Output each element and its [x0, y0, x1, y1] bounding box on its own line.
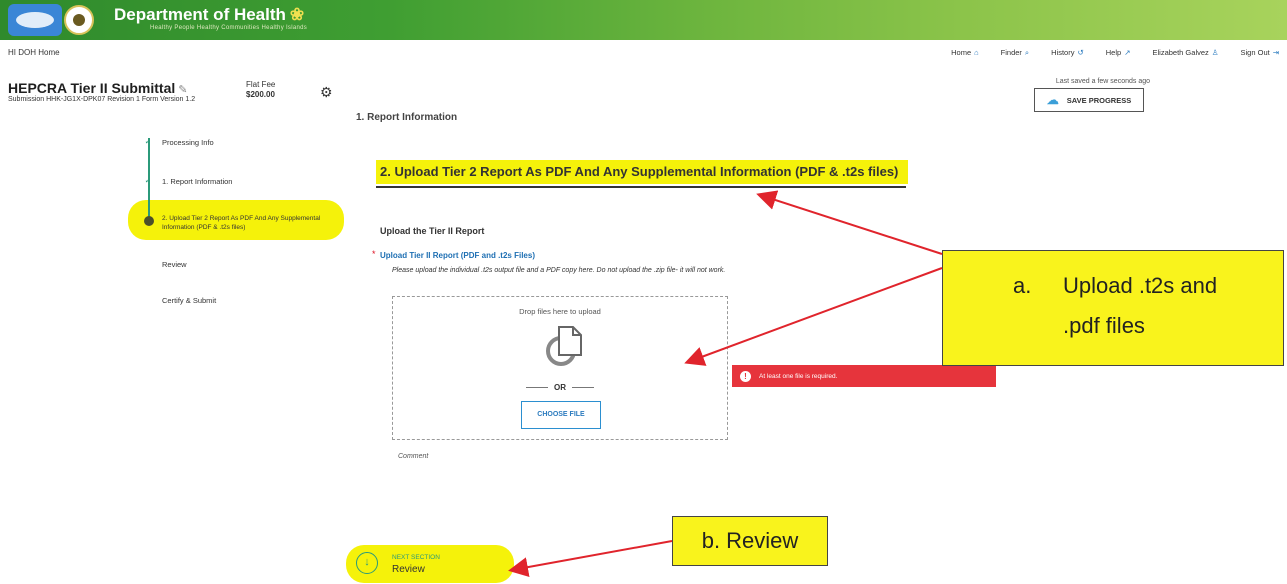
nav-history[interactable]: History ↺	[1051, 48, 1084, 58]
home-icon: ⌂	[974, 48, 979, 57]
brand-tagline: Healthy People Healthy Communities Healt…	[150, 25, 308, 31]
nav-finder-label: Finder	[1000, 48, 1022, 57]
callout-a-number: a.	[1013, 273, 1032, 298]
error-message: ! At least one file is required.	[732, 365, 996, 387]
nav-home-label: Home	[951, 48, 972, 57]
history-icon: ↺	[1077, 48, 1084, 57]
nav-home[interactable]: Home ⌂	[951, 48, 979, 58]
error-icon: !	[740, 370, 751, 382]
brand-title-text: Department of Health	[114, 5, 286, 24]
step-upload-report[interactable]: 2. Upload Tier 2 Report As PDF And Any S…	[162, 214, 322, 232]
help-icon: ↗	[1124, 48, 1131, 57]
callout-upload: a. Upload .t2s and .pdf files	[942, 250, 1284, 366]
fee-block: Flat Fee $200.00	[246, 80, 306, 100]
next-section-label[interactable]: NEXT SECTION	[392, 554, 440, 561]
upload-field-label: Upload Tier II Report (PDF and .t2s File…	[380, 251, 535, 260]
last-saved-text: Last saved a few seconds ago	[1055, 78, 1150, 85]
page-title: HEPCRA Tier II Submittal ✎	[8, 80, 187, 96]
page-title-text: HEPCRA Tier II Submittal	[8, 80, 176, 96]
user-nav: Home ⌂ Finder ⌕ History ↺ Help ↗ Elizabeth G…	[951, 48, 1279, 58]
current-step-dot	[144, 216, 154, 226]
hawaii-map-logo	[8, 4, 62, 36]
error-text: At least one file is required.	[759, 372, 838, 380]
nav-finder[interactable]: Finder ⌕	[1001, 48, 1029, 58]
arrow-down-icon[interactable]: ↓	[356, 552, 378, 574]
previous-section-heading: 1. Report Information	[356, 112, 458, 123]
nav-history-label: History	[1051, 48, 1075, 57]
callout-a-line1: Upload .t2s and	[1063, 273, 1218, 298]
user-icon: ♙	[1211, 48, 1219, 57]
callout-review: b. Review	[672, 516, 828, 566]
check-icon: ✓	[144, 137, 152, 146]
flower-icon: ❀	[289, 5, 305, 24]
save-progress-button[interactable]: ☁ SAVE PROGRESS	[1034, 88, 1144, 112]
nav-user-label: Elizabeth Galvez	[1152, 48, 1209, 57]
sign-out-icon: ⇥	[1272, 48, 1279, 57]
arrow-to-section-title	[756, 190, 943, 255]
edit-icon[interactable]: ✎	[178, 84, 187, 96]
section-title-underline	[376, 186, 906, 188]
section-title: 2. Upload Tier 2 Report As PDF And Any S…	[380, 164, 899, 179]
upload-help-text: Please upload the individual .t2s output…	[392, 267, 726, 274]
nav-sign-out-label: Sign Out	[1240, 48, 1270, 57]
search-icon: ⌕	[1024, 48, 1030, 57]
comment-label: Comment	[398, 453, 429, 460]
section-stepper: ✓ Processing Info ✓ 1. Report Informatio…	[140, 130, 340, 350]
step-report-information[interactable]: 1. Report Information	[162, 177, 232, 186]
save-progress-label: SAVE PROGRESS	[1066, 95, 1132, 105]
dropzone-text: Drop files here to upload	[519, 307, 601, 316]
file-upload-icon	[546, 326, 582, 366]
submission-info: Submission HHK-JG1X-DPK07 Revision 1 For…	[8, 96, 196, 103]
step-processing-info[interactable]: Processing Info	[162, 138, 214, 147]
gear-icon[interactable]: ⚙	[320, 84, 333, 101]
brand-title[interactable]: Department of Health ❀	[114, 5, 304, 25]
check-icon: ✓	[144, 176, 152, 185]
or-divider: OR	[393, 383, 727, 392]
nav-help-label: Help	[1105, 48, 1122, 57]
callout-a-line2: .pdf files	[1063, 313, 1145, 338]
hi-doh-home-link[interactable]: HI DOH Home	[8, 48, 60, 57]
choose-file-button[interactable]: CHOOSE FILE	[521, 401, 601, 429]
required-marker: *	[372, 249, 376, 259]
nav-help[interactable]: Help ↗	[1106, 48, 1131, 58]
next-section-name[interactable]: Review	[392, 564, 425, 575]
cloud-upload-icon: ☁	[1046, 93, 1059, 107]
fee-label: Flat Fee	[246, 80, 276, 89]
file-dropzone[interactable]: Drop files here to upload OR CHOOSE FILE	[392, 296, 728, 440]
top-nav-bar: HI DOH Home Home ⌂ Finder ⌕ History ↺ Help ↗…	[0, 46, 1287, 62]
arrow-to-next-section	[508, 540, 673, 577]
site-banner: Department of Health ❀ Healthy People Hea…	[0, 0, 1287, 40]
step-review[interactable]: Review	[162, 260, 187, 269]
fee-value: $200.00	[246, 90, 275, 99]
nav-sign-out[interactable]: Sign Out ⇥	[1241, 48, 1279, 58]
state-seal-icon	[64, 5, 94, 35]
step-certify-submit[interactable]: Certify & Submit	[162, 296, 216, 305]
upload-heading: Upload the Tier II Report	[380, 226, 485, 236]
nav-user[interactable]: Elizabeth Galvez ♙	[1153, 48, 1219, 58]
